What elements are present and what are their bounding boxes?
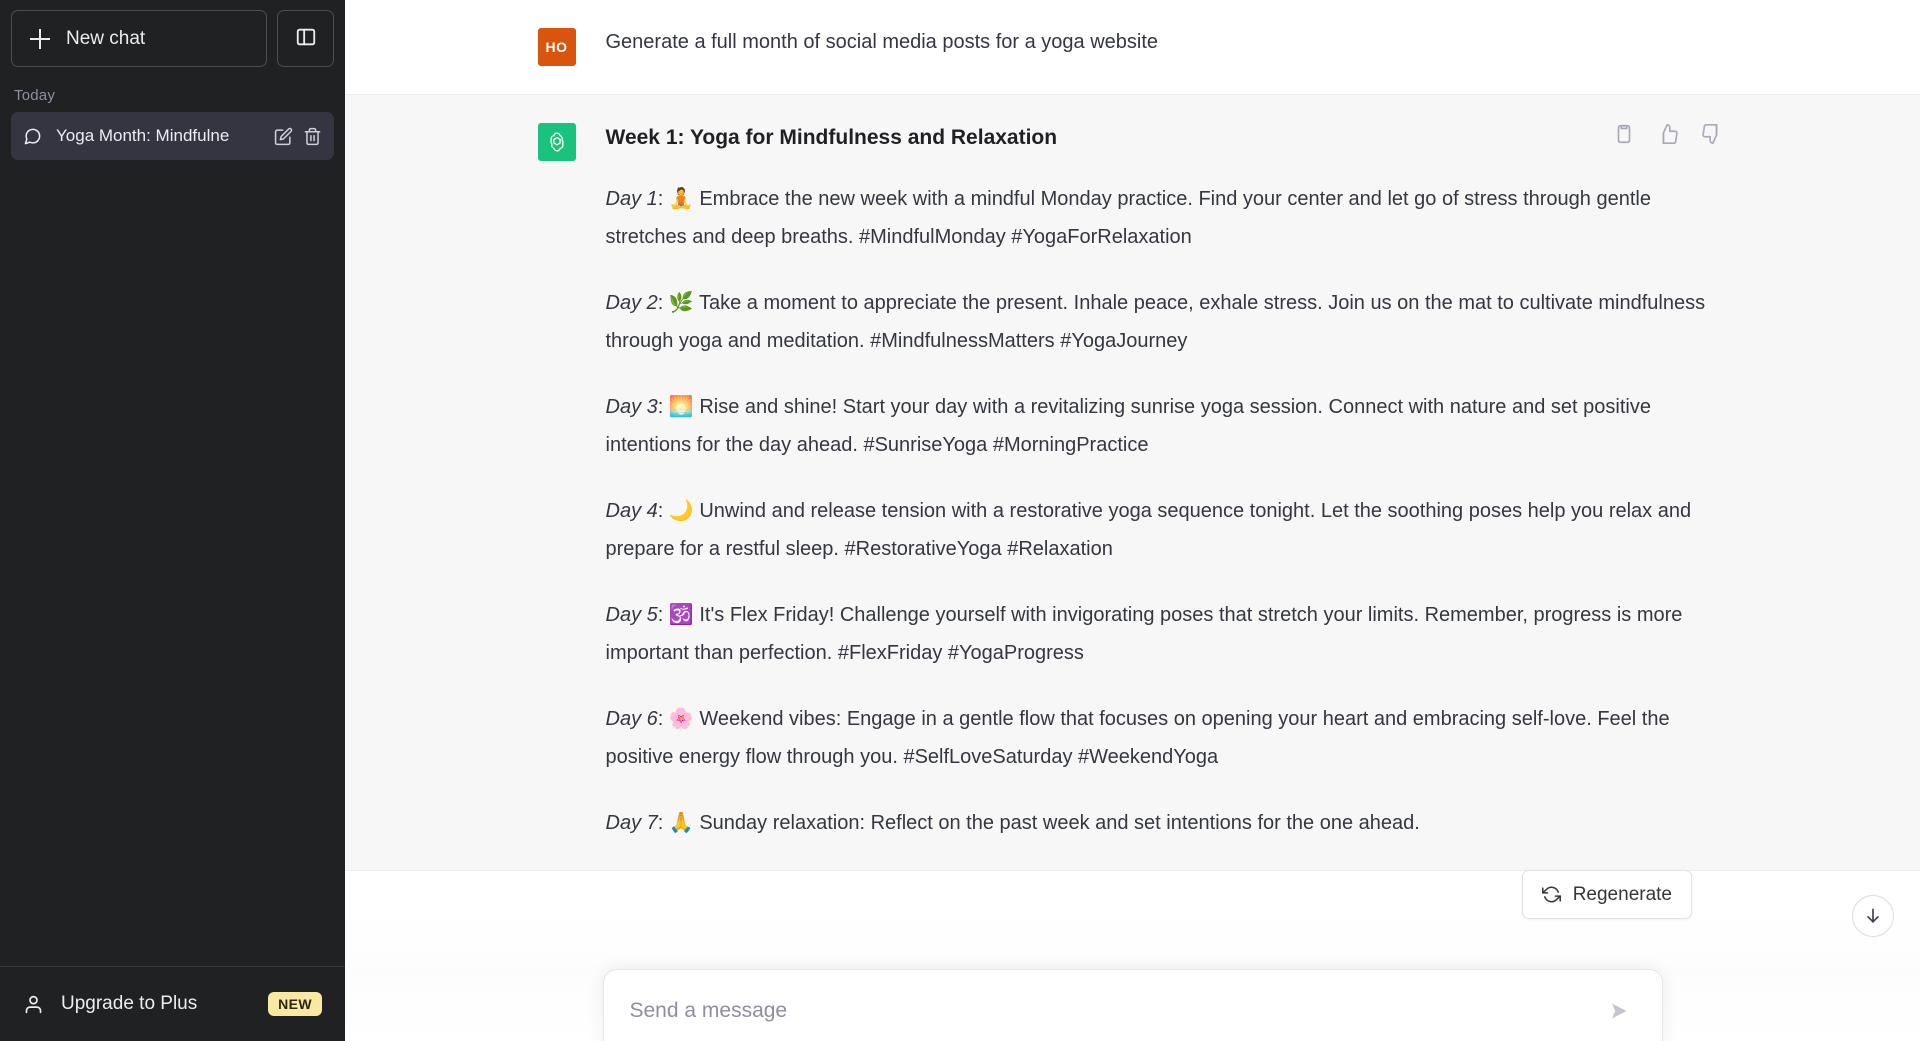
avatar: HO: [537, 28, 576, 66]
scroll-to-bottom-button[interactable]: [1852, 895, 1894, 937]
chat-item-actions: [274, 127, 322, 146]
chat-app: New chat Today Yoga Month: Mindfulne Upg…: [0, 0, 1920, 1041]
day-colon: :: [657, 292, 669, 315]
sidebar: New chat Today Yoga Month: Mindfulne Upg…: [0, 0, 345, 1041]
message-input[interactable]: [629, 999, 1602, 1023]
day-post: Day 7: 🙏 Sunday relaxation: Reflect on t…: [606, 803, 1723, 842]
day-colon: :: [657, 396, 669, 419]
day-colon: :: [657, 604, 669, 627]
day-text: Rise and shine! Start your day with a re…: [605, 396, 1651, 457]
day-emoji: 🕉️: [668, 602, 694, 627]
day-emoji: 🙏: [668, 810, 694, 835]
composer-container: [345, 969, 1920, 1041]
assistant-message-actions: [1613, 123, 1723, 145]
pencil-icon[interactable]: [274, 127, 293, 146]
refresh-icon: [1541, 885, 1561, 904]
send-arrow-icon: [1607, 999, 1631, 1023]
sidebar-section-label: Today: [14, 87, 56, 104]
trash-icon[interactable]: [303, 127, 322, 146]
sidebar-panel-toggle-button[interactable]: [277, 10, 334, 67]
day-text: It's Flex Friday! Challenge yourself wit…: [605, 604, 1683, 665]
upgrade-to-plus-label: Upgrade to Plus: [61, 993, 198, 1014]
day-text: Weekend vibes: Engage in a gentle flow t…: [605, 708, 1670, 769]
assistant-message-body: Week 1: Yoga for Mindfulness and Relaxat…: [606, 123, 1723, 842]
thumbs-up-icon[interactable]: [1657, 123, 1679, 145]
day-label: Day 2: [605, 292, 658, 315]
day-label: Day 7: [605, 812, 658, 835]
day-emoji: 🧘: [668, 186, 694, 211]
day-emoji: 🌿: [668, 290, 694, 315]
upgrade-to-plus-button[interactable]: Upgrade to Plus NEW: [11, 978, 334, 1030]
main-content: HO Generate a full month of social media…: [345, 0, 1920, 1041]
day-text: Unwind and release tension with a restor…: [605, 500, 1692, 561]
day-post: Day 3: 🌅 Rise and shine! Start your day …: [606, 387, 1723, 464]
day-emoji: 🌙: [668, 498, 694, 523]
day-colon: :: [657, 500, 669, 523]
new-chat-button[interactable]: New chat: [11, 10, 267, 67]
day-emoji: 🌅: [668, 394, 694, 419]
chat-bubble-icon: [23, 127, 42, 146]
day-label: Day 3: [605, 396, 658, 419]
user-message-text: Generate a full month of social media po…: [605, 31, 1159, 53]
chat-history-item[interactable]: Yoga Month: Mindfulne: [11, 112, 334, 160]
new-chat-label: New chat: [66, 27, 146, 49]
send-button[interactable]: [1602, 994, 1636, 1028]
day-colon: :: [657, 188, 669, 211]
person-icon: [23, 994, 44, 1015]
day-label: Day 6: [605, 708, 658, 731]
day-post: Day 1: 🧘 Embrace the new week with a min…: [606, 179, 1723, 256]
day-post: Day 5: 🕉️ It's Flex Friday! Challenge yo…: [606, 595, 1723, 672]
day-post: Day 6: 🌸 Weekend vibes: Engage in a gent…: [606, 699, 1723, 776]
copy-icon[interactable]: [1613, 123, 1635, 145]
regenerate-button[interactable]: Regenerate: [1521, 870, 1692, 919]
plus-icon: [30, 28, 50, 49]
day-text: Embrace the new week with a mindful Mond…: [605, 188, 1651, 249]
day-text: Take a moment to appreciate the present.…: [605, 292, 1706, 353]
regenerate-container: Regenerate: [1521, 870, 1692, 919]
arrow-down-icon: [1863, 906, 1883, 926]
assistant-message: Week 1: Yoga for Mindfulness and Relaxat…: [345, 94, 1920, 872]
avatar: [537, 123, 576, 161]
day-label: Day 1: [605, 188, 658, 211]
assistant-days-list: Day 1: 🧘 Embrace the new week with a min…: [606, 179, 1723, 842]
day-label: Day 5: [605, 604, 658, 627]
day-post: Day 2: 🌿 Take a moment to appreciate the…: [606, 283, 1723, 360]
composer[interactable]: [602, 969, 1663, 1041]
assistant-heading: Week 1: Yoga for Mindfulness and Relaxat…: [605, 126, 1058, 149]
chat-history-list: Yoga Month: Mindfulne: [0, 112, 345, 966]
sidebar-panel-toggle-icon: [295, 26, 317, 51]
day-post: Day 4: 🌙 Unwind and release tension with…: [606, 491, 1723, 568]
day-colon: :: [657, 812, 669, 835]
day-emoji: 🌸: [668, 706, 694, 731]
day-label: Day 4: [605, 500, 658, 523]
openai-logo-icon: [545, 130, 569, 154]
user-message: HO Generate a full month of social media…: [345, 0, 1920, 94]
day-colon: :: [657, 708, 669, 731]
thumbs-down-icon[interactable]: [1701, 123, 1723, 145]
sidebar-bottom: Upgrade to Plus NEW: [0, 966, 345, 1041]
chat-history-item-title: Yoga Month: Mindfulne: [56, 126, 230, 145]
regenerate-label: Regenerate: [1572, 883, 1672, 905]
new-badge: NEW: [268, 992, 322, 1016]
sidebar-top-actions: New chat: [0, 0, 345, 67]
day-text: Sunday relaxation: Reflect on the past w…: [699, 812, 1420, 835]
